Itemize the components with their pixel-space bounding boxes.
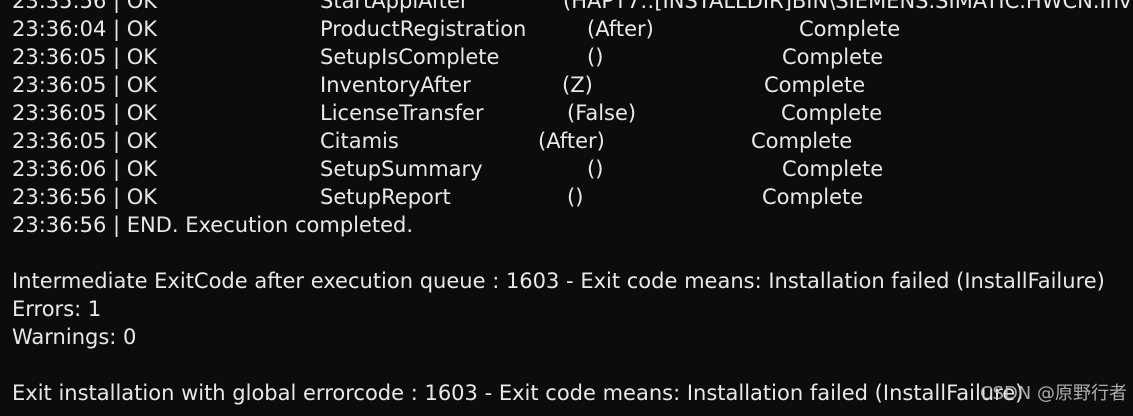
log-action: LicenseTransfer	[320, 101, 484, 125]
log-row: 23:36:05 | OK InventoryAfter (Z) Complet…	[0, 71, 1133, 99]
log-result: Complete	[751, 129, 853, 153]
log-result: Complete	[764, 73, 866, 97]
log-action: SetupSummary	[320, 157, 483, 181]
log-timestamp-status: 23:36:04 | OK	[12, 17, 158, 41]
log-parameter: (After)	[538, 129, 605, 153]
log-action: Citamis	[320, 129, 399, 153]
log-result: Complete	[762, 185, 864, 209]
log-row: 23:36:05 | OK SetupIsComplete () Complet…	[0, 43, 1133, 71]
errors-count-line: Errors: 1	[12, 297, 102, 321]
log-row: 23:36:05 | OK LicenseTransfer (False) Co…	[0, 99, 1133, 127]
log-timestamp-status: 23:36:56 | OK	[12, 185, 158, 209]
log-parameter: ()	[587, 45, 604, 69]
log-timestamp-status: 23:36:05 | OK	[12, 73, 158, 97]
log-action: InventoryAfter	[320, 73, 471, 97]
warnings-count-line: Warnings: 0	[12, 325, 137, 349]
log-timestamp-status: 23:36:05 | OK	[12, 129, 158, 153]
log-result: Complete	[799, 17, 901, 41]
log-action: ProductRegistration	[320, 17, 527, 41]
log-timestamp-status: 23:35:56 | OK	[12, 0, 158, 13]
log-timestamp-status: 23:36:05 | OK	[12, 101, 158, 125]
log-row: 23:36:56 | OK SetupReport () Complete	[0, 183, 1133, 211]
global-exit-code-line: Exit installation with global errorcode …	[12, 381, 1024, 405]
log-row: 23:36:04 | OK ProductRegistration (After…	[0, 15, 1133, 43]
log-action: SetupIsComplete	[320, 45, 500, 69]
log-parameter: (False)	[567, 101, 637, 125]
log-timestamp-status: 23:36:06 | OK	[12, 157, 158, 181]
watermark-text: CSDN @原野行者	[979, 383, 1127, 404]
log-result: Complete	[782, 157, 884, 181]
log-row: 23:36:05 | OK Citamis (After) Complete	[0, 127, 1133, 155]
log-parameter: ()	[567, 185, 584, 209]
execution-end-line: 23:36:56 | END. Execution completed.	[12, 213, 414, 237]
log-timestamp-status: 23:36:05 | OK	[12, 45, 158, 69]
intermediate-exit-code-line: Intermediate ExitCode after execution qu…	[12, 269, 1105, 293]
log-row: 23:35:56 | OK StartApplAfter (HAPT7::[IN…	[0, 0, 1133, 15]
log-parameter: ()	[587, 157, 604, 181]
log-action: StartApplAfter	[320, 0, 469, 13]
log-result: Complete	[781, 101, 883, 125]
log-row: 23:36:06 | OK SetupSummary () Complete	[0, 155, 1133, 183]
log-parameter: (HAPT7::[INSTALLDIR]BIN\SIEMENS.SIMATIC.…	[563, 0, 1132, 13]
log-result: Complete	[782, 45, 884, 69]
log-parameter: (Z)	[562, 73, 593, 97]
console-output: 23:35:56 | OK StartApplAfter (HAPT7::[IN…	[0, 0, 1133, 416]
log-action: SetupReport	[320, 185, 451, 209]
log-parameter: (After)	[587, 17, 654, 41]
